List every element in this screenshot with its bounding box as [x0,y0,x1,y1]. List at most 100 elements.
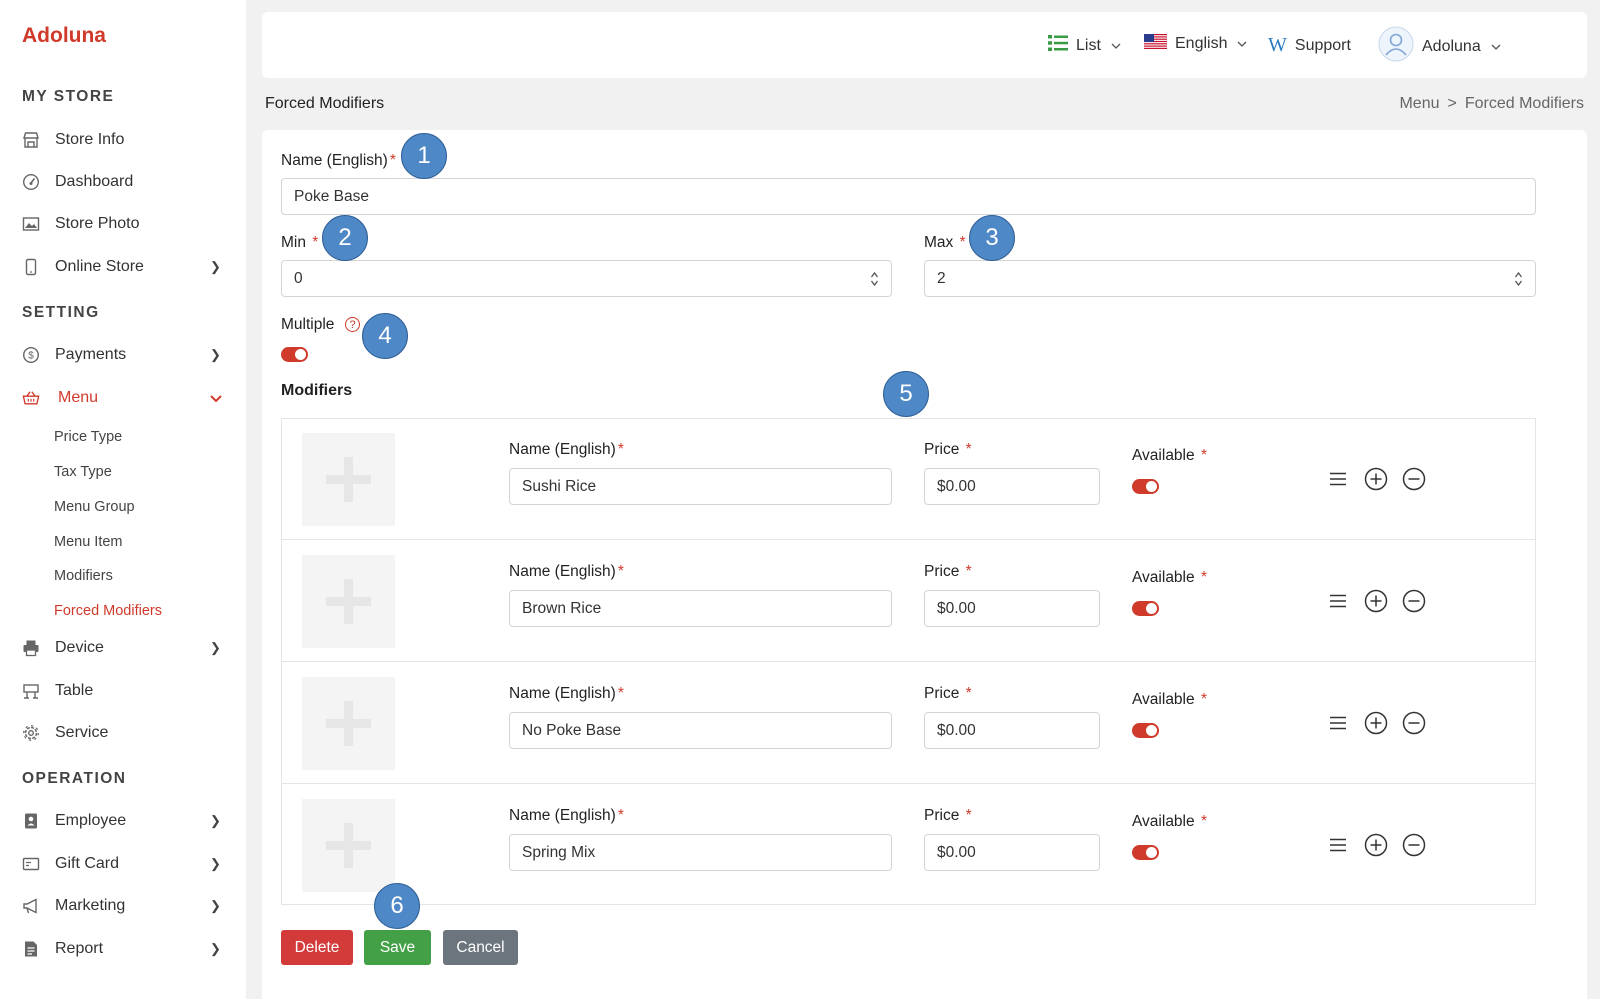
breadcrumb-menu[interactable]: Menu [1399,95,1439,112]
chevron-right-icon: ❯ [210,898,221,913]
modifier-price-label-text: Price [924,441,960,458]
sidebar-item-online-store[interactable]: Online Store ❯ [0,249,246,285]
modifier-available-toggle[interactable] [1132,723,1159,738]
drag-handle-icon[interactable] [1326,467,1350,491]
app-logo[interactable]: Adoluna [22,24,106,48]
sidebar-item-label: Table [55,682,94,699]
modifier-price-input[interactable]: $0.00 [924,590,1100,627]
row-actions [1326,467,1426,491]
modifier-price-input[interactable]: $0.00 [924,468,1100,505]
add-row-icon[interactable] [1364,711,1388,735]
drag-handle-icon[interactable] [1326,589,1350,613]
avatar [1378,26,1414,67]
modifier-name-label-text: Name (English) [509,441,616,458]
sidebar-item-table[interactable]: Table [0,673,246,709]
sidebar-item-payments[interactable]: $ Payments ❯ [0,337,246,373]
add-row-icon[interactable] [1364,467,1388,491]
modifier-price-input[interactable]: $0.00 [924,834,1100,871]
sidebar-subitem-modifiers[interactable]: Modifiers [54,568,113,584]
form-card: Name (English) * Poke Base Min * 0 Max * … [262,130,1587,999]
sidebar-item-label: Online Store [55,258,144,275]
modifier-name-value: Spring Mix [522,843,596,861]
basket-icon [22,389,40,407]
sidebar-subitem-price-type[interactable]: Price Type [54,429,122,445]
name-label: Name (English) * [281,152,396,170]
sidebar-item-device[interactable]: Device ❯ [0,630,246,666]
modifier-price-label: Price * [924,807,972,825]
cancel-button[interactable]: Cancel [443,930,518,965]
multiple-toggle[interactable] [281,347,308,362]
modifier-available-toggle[interactable] [1132,601,1159,616]
required-mark: * [965,563,972,580]
required-mark: * [1200,447,1207,464]
breadcrumb-separator: > [1447,95,1457,112]
modifier-name-label-text: Name (English) [509,685,616,702]
modifier-price-value: $0.00 [937,477,976,495]
user-menu[interactable]: Adoluna [1378,26,1501,67]
support-link[interactable]: W Support [1268,34,1351,57]
sidebar-subitem-menu-group[interactable]: Menu Group [54,499,135,515]
view-list-dropdown[interactable]: List [1048,34,1121,57]
annotation-badge-1: 1 [401,133,447,179]
required-mark: * [965,807,972,824]
drag-handle-icon[interactable] [1326,833,1350,857]
sidebar-item-menu[interactable]: Menu [0,380,246,416]
list-icon [1048,34,1068,57]
remove-row-icon[interactable] [1402,833,1426,857]
delete-button[interactable]: Delete [281,930,353,965]
chevron-right-icon: ❯ [210,813,221,828]
drag-handle-icon[interactable] [1326,711,1350,735]
modifier-price-label: Price * [924,685,972,703]
modifier-price-label: Price * [924,563,972,581]
modifier-price-value: $0.00 [937,599,976,617]
sidebar-item-report[interactable]: Report ❯ [0,931,246,967]
modifier-available-toggle[interactable] [1132,845,1159,860]
modifier-name-input[interactable]: Brown Rice [509,590,892,627]
stepper-icon[interactable] [870,270,879,288]
modifier-name-input[interactable]: Sushi Rice [509,468,892,505]
required-mark: * [617,563,624,580]
remove-row-icon[interactable] [1402,467,1426,491]
add-image-placeholder[interactable] [302,799,395,892]
sidebar-item-marketing[interactable]: Marketing ❯ [0,888,246,924]
chevron-down-icon [1237,38,1247,50]
gear-icon [22,724,40,742]
name-input[interactable]: Poke Base [281,178,1536,215]
sidebar-item-label: Marketing [55,897,126,914]
annotation-badge-2: 2 [322,215,368,261]
save-button[interactable]: Save [364,930,431,965]
modifier-name-label: Name (English) * [509,685,624,703]
modifier-price-input[interactable]: $0.00 [924,712,1100,749]
add-image-placeholder[interactable] [302,677,395,770]
modifier-name-label-text: Name (English) [509,807,616,824]
modifier-row: Name (English) * Spring Mix Price * $0.00… [282,785,1535,906]
modifier-name-label: Name (English) * [509,807,624,825]
max-input[interactable]: 2 [924,260,1536,297]
remove-row-icon[interactable] [1402,589,1426,613]
sidebar-item-dashboard[interactable]: Dashboard [0,164,246,200]
min-input[interactable]: 0 [281,260,892,297]
max-label: Max * [924,234,966,252]
add-image-placeholder[interactable] [302,433,395,526]
language-dropdown[interactable]: English [1144,34,1247,54]
modifier-available-toggle[interactable] [1132,479,1159,494]
sidebar-item-store-photo[interactable]: Store Photo [0,206,246,242]
sidebar-subitem-menu-item[interactable]: Menu Item [54,534,123,550]
remove-row-icon[interactable] [1402,711,1426,735]
modifier-name-input[interactable]: Spring Mix [509,834,892,871]
chevron-down-icon [1111,40,1121,52]
modifier-name-input[interactable]: No Poke Base [509,712,892,749]
stepper-icon[interactable] [1514,270,1523,288]
sidebar-subitem-forced-modifiers[interactable]: Forced Modifiers [54,603,162,619]
add-row-icon[interactable] [1364,833,1388,857]
add-image-placeholder[interactable] [302,555,395,648]
sidebar-item-employee[interactable]: Employee ❯ [0,803,246,839]
add-row-icon[interactable] [1364,589,1388,613]
sidebar-item-gift-card[interactable]: Gift Card ❯ [0,846,246,882]
sidebar-item-store-info[interactable]: Store Info [0,122,246,158]
sidebar-subitem-tax-type[interactable]: Tax Type [54,464,112,480]
support-w-icon: W [1268,34,1287,56]
required-mark: * [617,441,624,458]
sidebar-item-service[interactable]: Service [0,715,246,751]
help-icon[interactable]: ? [345,317,360,332]
